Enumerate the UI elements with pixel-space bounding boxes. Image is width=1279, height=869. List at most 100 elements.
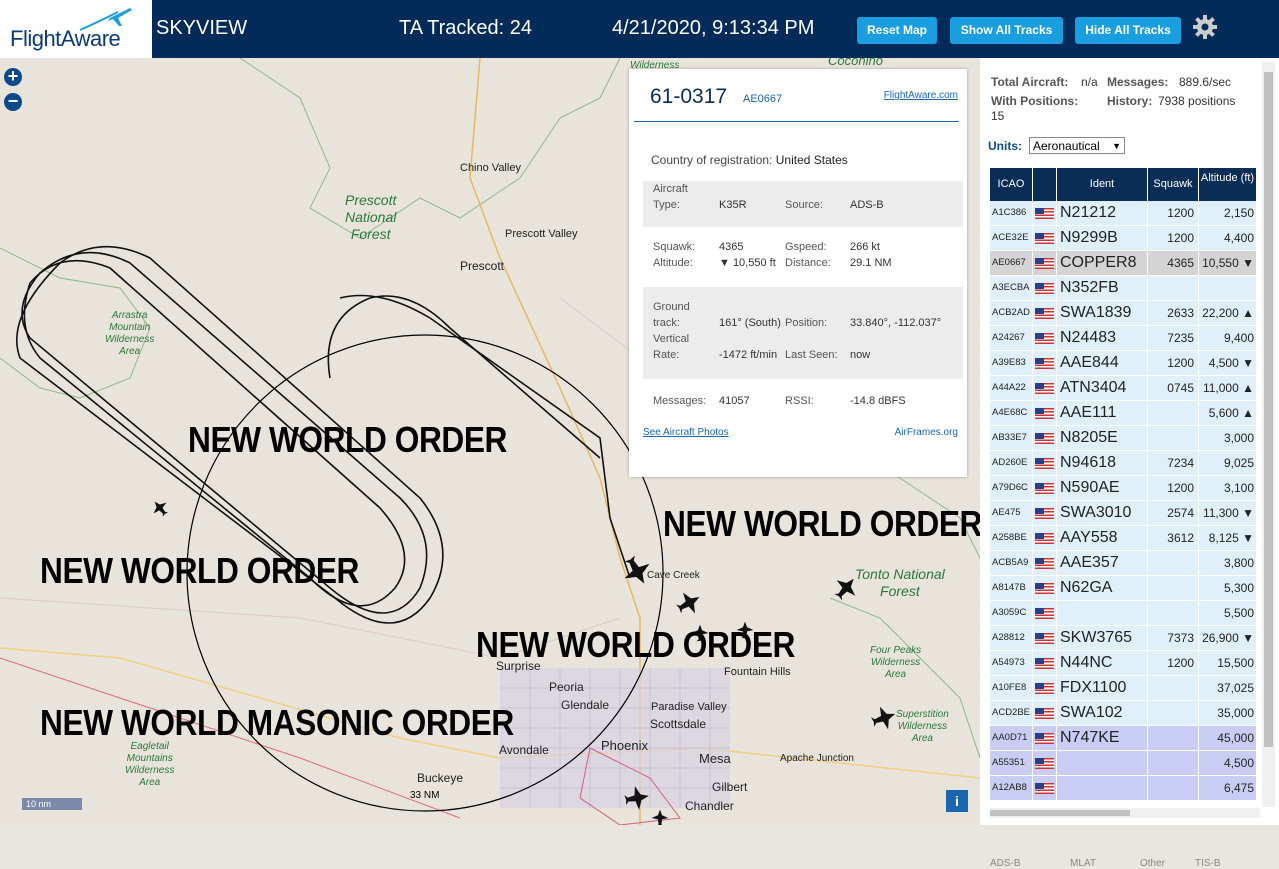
cell-flag <box>1033 651 1057 675</box>
cell-flag <box>1033 476 1057 500</box>
cell-altitude: 5,300 <box>1199 576 1257 600</box>
cell-flag <box>1033 701 1057 725</box>
cell-ident: AAE111 <box>1057 401 1148 425</box>
table-row[interactable]: ACE32E N9299B 1200 4,400 <box>990 226 1257 251</box>
cell-ident <box>1057 751 1148 775</box>
us-flag-icon <box>1035 233 1054 244</box>
table-row[interactable]: A10FE8 FDX1100 37,025 <box>990 676 1257 701</box>
table-row[interactable]: ACD2BE SWA102 35,000 <box>990 701 1257 726</box>
cell-flag <box>1033 376 1057 400</box>
col-squawk[interactable]: Squawk <box>1148 168 1199 201</box>
city-label: Scottsdale <box>650 717 707 731</box>
show-all-tracks-button[interactable]: Show All Tracks <box>950 17 1063 44</box>
table-row[interactable]: A3059C 5,500 <box>990 601 1257 626</box>
gear-icon[interactable] <box>1192 14 1218 40</box>
zoom-in-button[interactable]: + <box>4 67 22 86</box>
us-flag-icon <box>1035 583 1054 594</box>
table-row[interactable]: A24267 N24483 7235 9,400 <box>990 326 1257 351</box>
col-ident[interactable]: Ident <box>1057 168 1148 201</box>
current-datetime: 4/21/2020, 9:13:34 PM <box>612 17 815 39</box>
cell-squawk <box>1148 401 1199 425</box>
range-ring-label: 33 NM <box>410 790 440 801</box>
table-row[interactable]: A44A22 ATN3404 0745 11,000 ▲ <box>990 376 1257 401</box>
cell-flag <box>1033 226 1057 250</box>
hide-all-tracks-button[interactable]: Hide All Tracks <box>1075 17 1181 44</box>
map-scale-bar: 10 nm <box>22 798 82 810</box>
cell-squawk <box>1148 551 1199 575</box>
cell-flag <box>1033 251 1057 275</box>
table-row[interactable]: A1C386 N21212 1200 2,150 <box>990 201 1257 226</box>
table-row[interactable]: AE0667 COPPER8 4365 10,550 ▼ <box>990 251 1257 276</box>
scrollbar-thumb[interactable] <box>1264 72 1273 747</box>
table-row[interactable]: ACB2AD SWA1839 2633 22,200 ▲ <box>990 301 1257 326</box>
city-label: Peoria <box>549 680 584 694</box>
col-altitude[interactable]: Altitude (ft) <box>1199 168 1257 201</box>
table-row[interactable]: A8147B N62GA 5,300 <box>990 576 1257 601</box>
overlay-text: NEW WORLD ORDER <box>663 503 980 544</box>
messages-value: 41057 <box>719 395 750 407</box>
airframes-link[interactable]: AirFrames.org <box>895 427 958 438</box>
aircraft-photos-link[interactable]: See Aircraft Photos <box>643 427 729 438</box>
table-row[interactable]: A12AB8 6,475 <box>990 776 1257 801</box>
table-row[interactable]: AD260E N94618 7234 9,025 <box>990 451 1257 476</box>
cell-icao: A12AB8 <box>990 776 1033 800</box>
ta-tracked-count: TA Tracked: 24 <box>399 17 533 39</box>
vertical-rate-label: Vertical Rate: <box>653 333 690 361</box>
scrollbar-thumb[interactable] <box>990 810 1130 816</box>
table-row[interactable]: ACB5A9 AAE357 3,800 <box>990 551 1257 576</box>
wilderness-label: Eagletail Mountains Wilderness Area <box>125 741 175 788</box>
vertical-rate-value: -1472 ft/min <box>719 349 778 361</box>
table-row[interactable]: A55351 4,500 <box>990 751 1257 776</box>
cell-squawk <box>1148 426 1199 450</box>
vertical-scrollbar[interactable] <box>1262 62 1275 807</box>
table-row[interactable]: A39E83 AAE844 1200 4,500 ▼ <box>990 351 1257 376</box>
city-label: Fountain Hills <box>724 666 791 678</box>
cell-icao: ACB2AD <box>990 301 1033 325</box>
units-select[interactable]: Aeronautical ▼ <box>1029 137 1125 154</box>
info-button[interactable]: i <box>946 790 968 812</box>
source-value: ADS-B <box>850 199 884 211</box>
cell-icao: AA0D71 <box>990 726 1033 750</box>
us-flag-icon <box>1035 358 1054 369</box>
table-row[interactable]: AB33E7 N8205E 3,000 <box>990 426 1257 451</box>
col-flag[interactable] <box>1033 168 1057 201</box>
cell-altitude: 11,300 ▼ <box>1199 501 1257 525</box>
popup-group-messages: Messages: 41057 RSSI: -14.8 dBFS <box>643 391 963 411</box>
overlay-text: NEW WORLD ORDER <box>476 624 795 665</box>
cell-squawk <box>1148 576 1199 600</box>
cell-flag <box>1033 451 1057 475</box>
cell-icao: A28812 <box>990 626 1033 650</box>
city-label: Gilbert <box>712 780 748 794</box>
horizontal-scrollbar[interactable] <box>990 808 1260 818</box>
cell-flag <box>1033 551 1057 575</box>
cell-flag <box>1033 626 1057 650</box>
last-seen-label: Last Seen: <box>785 349 838 361</box>
with-positions-value: 15 <box>991 109 1005 123</box>
cell-squawk <box>1148 776 1199 800</box>
units-selected-value: Aeronautical <box>1033 139 1100 153</box>
cell-squawk <box>1148 276 1199 300</box>
table-row[interactable]: A3ECBA N352FB <box>990 276 1257 301</box>
rssi-value: -14.8 dBFS <box>850 395 906 407</box>
table-row[interactable]: A79D6C N590AE 1200 3,100 <box>990 476 1257 501</box>
table-row[interactable]: A258BE AAY558 3612 8,125 ▼ <box>990 526 1257 551</box>
flightaware-logo[interactable]: FlightAware <box>0 0 152 58</box>
cell-ident: FDX1100 <box>1057 676 1148 700</box>
cell-ident: N44NC <box>1057 651 1148 675</box>
source-label: Source: <box>785 199 823 211</box>
table-row[interactable]: A54973 N44NC 1200 15,500 <box>990 651 1257 676</box>
cell-altitude: 4,400 <box>1199 226 1257 250</box>
zoom-out-button[interactable]: − <box>4 92 22 111</box>
col-icao[interactable]: ICAO <box>990 168 1033 201</box>
table-row[interactable]: A4E68C AAE111 5,600 ▲ <box>990 401 1257 426</box>
table-row[interactable]: AE475 SWA3010 2574 11,300 ▼ <box>990 501 1257 526</box>
table-row[interactable]: AA0D71 N747KE 45,000 <box>990 726 1257 751</box>
cell-ident: SKW3765 <box>1057 626 1148 650</box>
reset-map-button[interactable]: Reset Map <box>857 17 937 44</box>
cell-icao: A4E68C <box>990 401 1033 425</box>
cell-altitude: 6,475 <box>1199 776 1257 800</box>
flightaware-link[interactable]: FlightAware.com <box>884 90 958 101</box>
wilderness-label: Arrastra Mountain Wilderness Area <box>105 310 155 357</box>
cell-ident: N9299B <box>1057 226 1148 250</box>
table-row[interactable]: A28812 SKW3765 7373 26,900 ▼ <box>990 626 1257 651</box>
